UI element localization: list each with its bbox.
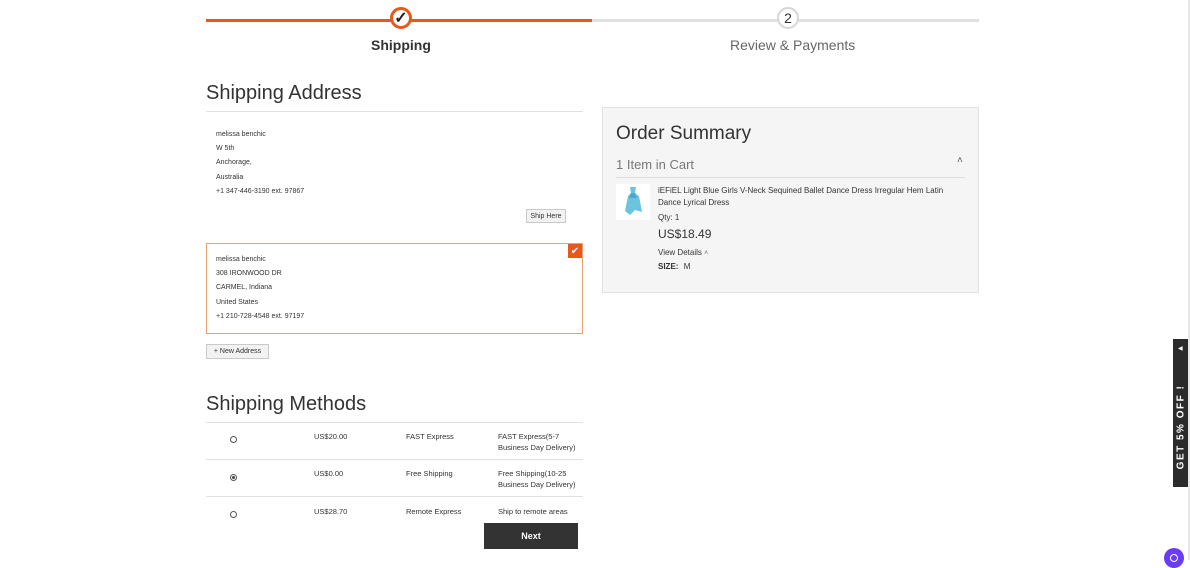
chat-icon[interactable] xyxy=(1164,548,1184,568)
discount-banner-text: GET 5% OFF ! xyxy=(1175,384,1187,470)
address-card-2-text: melissa benchic 308 IRONWOOD DR CARMEL, … xyxy=(216,253,304,324)
dress-image xyxy=(625,187,642,215)
address-line: melissa benchic xyxy=(216,256,266,263)
address-line: 308 IRONWOOD DR xyxy=(216,270,282,278)
step-shipping-check-icon: ✓ xyxy=(390,7,412,29)
divider xyxy=(616,177,965,178)
ship-here-button[interactable]: Ship Here xyxy=(526,209,566,223)
method-price: US$0.00 xyxy=(314,469,344,478)
shipping-method-row[interactable]: US$0.00 Free Shipping Free Shipping(10-2… xyxy=(206,460,583,496)
address-line: Australia xyxy=(216,173,244,181)
shipping-method-radio[interactable] xyxy=(230,474,237,481)
items-in-cart-toggle[interactable]: 1 Item in Cart xyxy=(616,157,694,172)
address-line: CARMEL, Indiana xyxy=(216,284,273,292)
chevron-up-icon: ˄ xyxy=(704,250,709,257)
step-review-label[interactable]: Review & Payments xyxy=(730,37,855,53)
product-thumbnail xyxy=(616,184,650,220)
view-details-label: View Details xyxy=(658,248,702,257)
shipping-method-row[interactable]: US$20.00 FAST Express FAST Express(5-7 B… xyxy=(206,423,583,459)
method-carrier: FAST Express(5-7 Business Day Delivery) xyxy=(498,432,576,452)
address-line: United States xyxy=(216,298,259,306)
view-details-toggle[interactable]: View Details ˄ xyxy=(658,248,708,257)
shipping-address-title: Shipping Address xyxy=(206,82,362,104)
next-button[interactable]: Next xyxy=(484,523,578,549)
method-price: US$28.70 xyxy=(314,507,348,516)
size-value: M xyxy=(683,262,691,271)
shipping-methods-title: Shipping Methods xyxy=(206,393,367,415)
order-summary-title: Order Summary xyxy=(616,123,752,144)
product-size: SIZE: M xyxy=(658,262,690,271)
address-line: melissa benchic xyxy=(216,131,266,138)
address-line: +1 210-728-4548 ext. 97197 xyxy=(216,312,305,320)
new-address-button[interactable]: + New Address xyxy=(206,344,269,359)
address-line: +1 347-446-3190 ext. 97867 xyxy=(216,187,305,195)
method-name: FAST Express xyxy=(406,432,454,441)
shipping-method-radio[interactable] xyxy=(230,436,237,443)
step-review-number: 2 xyxy=(777,7,799,29)
method-name: Remote Express xyxy=(406,507,462,516)
step-shipping-label: Shipping xyxy=(371,37,431,53)
address-line: Anchorage, xyxy=(216,159,252,167)
chevron-up-icon[interactable]: ˄ xyxy=(957,155,963,166)
address-card-1: melissa benchic W 5th Anchorage, Austral… xyxy=(216,128,304,199)
size-label: SIZE: xyxy=(658,262,679,271)
method-carrier: Ship to remote areas xyxy=(498,507,568,516)
caret-left-icon: ◀ xyxy=(1178,346,1183,352)
product-name: iEFiEL Light Blue Girls V-Neck Sequined … xyxy=(658,186,944,207)
method-name: Free Shipping xyxy=(406,469,453,478)
product-price: US$18.49 xyxy=(658,227,712,241)
selected-check-icon: ✔ xyxy=(568,244,582,258)
product-qty: Qty: 1 xyxy=(658,213,680,222)
method-price: US$20.00 xyxy=(314,432,348,441)
method-carrier: Free Shipping(10-25 Business Day Deliver… xyxy=(498,469,576,489)
address-line: W 5th xyxy=(216,145,235,153)
shipping-method-radio[interactable] xyxy=(230,511,237,518)
divider xyxy=(206,111,583,112)
